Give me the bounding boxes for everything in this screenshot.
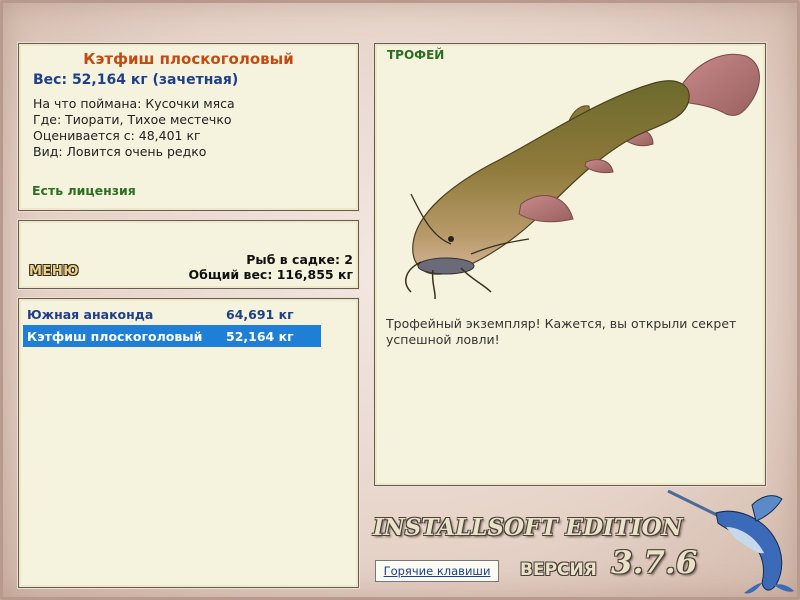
marlin-icon [667, 489, 794, 594]
trophy-description: Трофейный экземпляр! Кажется, вы открыли… [386, 316, 737, 347]
fish-name: Кэтфиш плоскоголовый [83, 50, 294, 68]
version-label: ВЕРСИЯ [520, 560, 597, 580]
flathead-catfish-image [405, 53, 760, 300]
list-item-weight: 64,691 кг [226, 307, 294, 322]
cage-total-weight: Общий вес: 116,855 кг [188, 267, 354, 282]
trophy-panel: ТРОФЕЙ Трофейный экземпляр! Кажется, вы … [374, 43, 766, 486]
place-line: Где: Тиорати, Тихое местечко [33, 112, 232, 127]
license-status: Есть лицензия [32, 183, 136, 198]
menu-button[interactable]: МЕНЮ [29, 264, 79, 279]
list-item-selected[interactable]: Кэтфиш плоскоголовый 52,164 кг [23, 325, 321, 347]
list-item-weight: 52,164 кг [226, 329, 294, 344]
list-item-name: Южная анаконда [27, 307, 154, 322]
catch-list: Южная анаконда 64,691 кг Кэтфиш плоского… [18, 298, 359, 588]
fish-weight: Вес: 52,164 кг (зачетная) [33, 72, 239, 88]
edition-logo: INSTALLSOFT EDITION [373, 514, 683, 541]
list-item[interactable]: Южная анаконда 64,691 кг [23, 303, 321, 325]
list-item-name: Кэтфиш плоскоголовый [27, 329, 203, 344]
bait-line: На что поймана: Кусочки мяса [33, 96, 235, 111]
cage-panel: МЕНЮ Рыб в садке: 2 Общий вес: 116,855 к… [18, 220, 359, 289]
hotkeys-button[interactable]: Горячие клавиши [375, 560, 499, 582]
trophy-label: ТРОФЕЙ [387, 48, 445, 62]
value-line: Оценивается с: 48,401 кг [33, 128, 201, 143]
kind-line: Вид: Ловится очень редко [33, 144, 207, 159]
fish-info-panel: Кэтфиш плоскоголовый Вес: 52,164 кг (зач… [18, 43, 359, 211]
cage-count: Рыб в садке: 2 [246, 252, 353, 267]
